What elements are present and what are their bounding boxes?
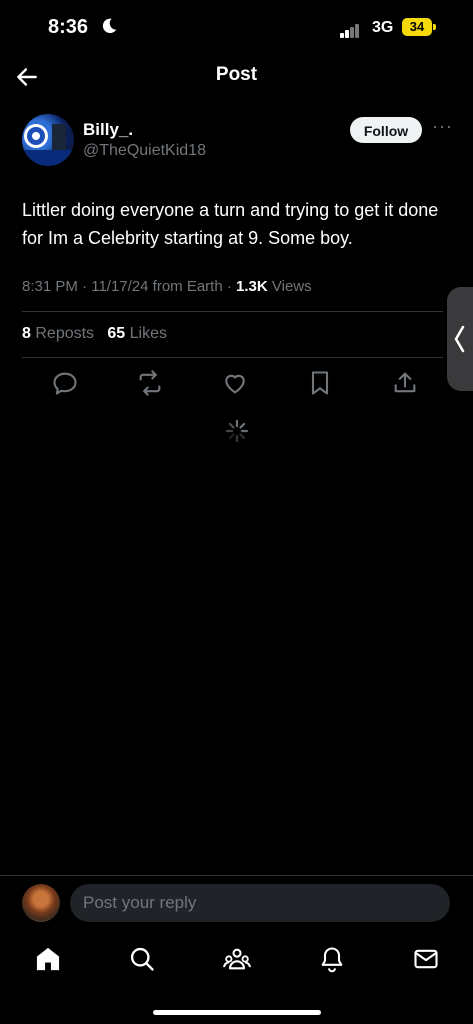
views-label: Views [271,278,312,295]
avatar[interactable] [22,114,74,166]
my-avatar[interactable] [22,884,60,922]
reposts-count[interactable]: 8 [22,325,31,342]
share-icon[interactable] [391,369,419,397]
search-icon[interactable] [128,945,156,973]
reply-icon[interactable] [51,369,79,397]
likes-count[interactable]: 65 [107,325,125,342]
notifications-icon[interactable] [318,945,346,973]
post-stats: 8 Reposts 65 Likes [22,325,167,343]
chevron-left-icon [454,325,465,353]
follow-button[interactable]: Follow [350,117,422,143]
views-count: 1.3K [236,278,268,295]
post-meta: 8:31 PM · 11/17/24 from Earth · 1.3K Vie… [22,278,312,295]
post-source: from Earth [152,278,223,295]
post-time: 8:31 PM [22,278,78,295]
repost-icon[interactable] [136,369,164,397]
more-options-icon[interactable]: ··· [432,116,453,137]
reposts-label[interactable]: Reposts [35,325,94,342]
moon-icon [102,18,117,34]
author-handle[interactable]: @TheQuietKid18 [83,142,206,160]
post-date: 11/17/24 [91,278,149,295]
reply-input[interactable] [70,884,450,922]
likes-label[interactable]: Likes [130,325,167,342]
battery-icon: 34 [402,18,432,36]
home-indicator[interactable] [153,1010,321,1015]
home-icon[interactable] [34,945,62,973]
bookmark-icon[interactable] [306,369,334,397]
status-time: 8:36 [48,16,89,38]
side-panel-handle[interactable] [447,287,473,391]
post-text: Littler doing everyone a turn and trying… [22,200,439,248]
divider [22,311,443,312]
author-name[interactable]: Billy_. [83,120,133,140]
messages-icon[interactable] [412,945,440,973]
battery-tip [433,24,436,30]
like-icon[interactable] [221,369,249,397]
signal-icon [340,20,360,38]
loading-spinner-icon [225,419,249,443]
divider [22,357,443,358]
network-type: 3G [372,19,394,36]
communities-icon[interactable] [223,945,251,973]
page-title: Post [215,64,258,85]
divider [0,875,473,876]
